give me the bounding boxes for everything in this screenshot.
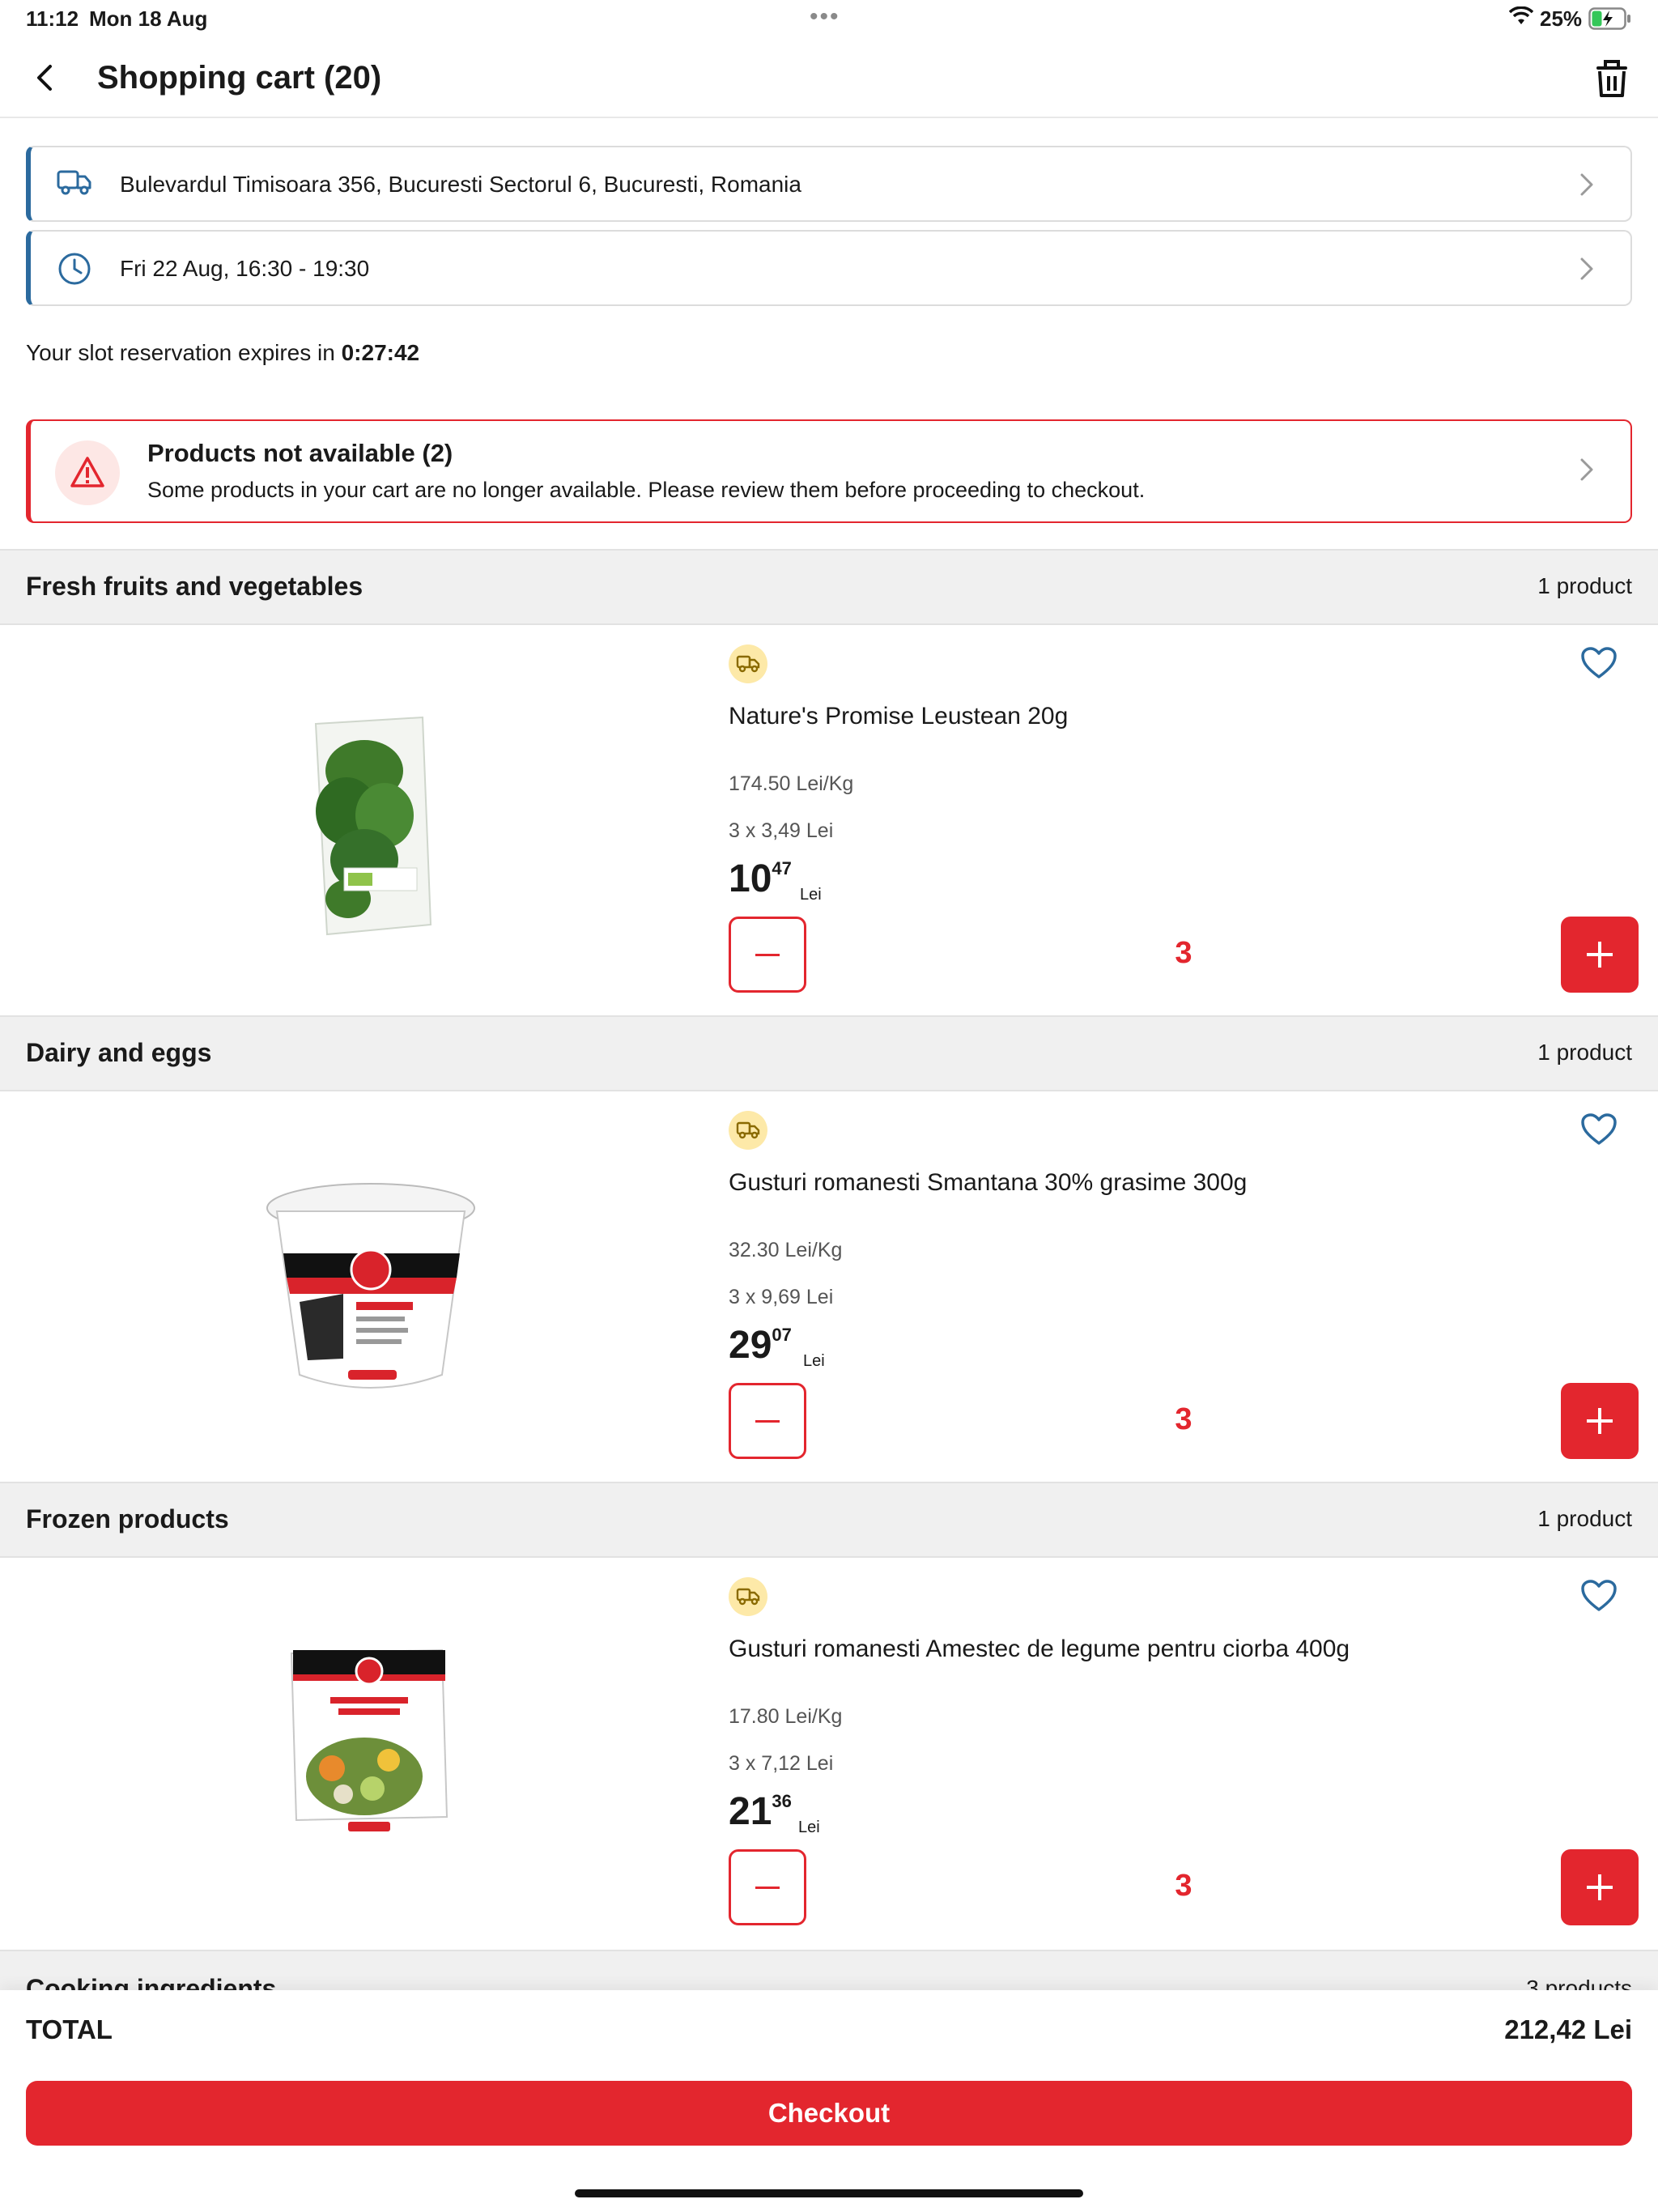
category-count: 1 product xyxy=(1537,1040,1632,1065)
category-header: Fresh fruits and vegetables 1 product xyxy=(0,549,1658,625)
product-price: 1047 Lei xyxy=(729,857,822,913)
delivery-address-card[interactable]: Bulevardul Timisoara 356, Bucuresti Sect… xyxy=(26,146,1632,222)
delivery-slot-card[interactable]: Fri 22 Aug, 16:30 - 19:30 xyxy=(26,230,1632,306)
price-decimals: 47 xyxy=(772,858,792,878)
unit-price: 17.80 Lei/Kg xyxy=(729,1705,843,1728)
product-name[interactable]: Gusturi romanesti Smantana 30% grasime 3… xyxy=(729,1169,1247,1197)
status-date: Mon 18 Aug xyxy=(89,6,208,31)
quantity-value: 3 xyxy=(1175,936,1192,970)
products-unavailable-alert[interactable]: Products not available (2) Some products… xyxy=(26,419,1632,523)
price-decimals: 36 xyxy=(772,1791,792,1811)
price-decimals: 07 xyxy=(772,1325,792,1345)
increase-quantity-button[interactable] xyxy=(1561,917,1639,993)
status-time: 11:12 xyxy=(26,6,79,31)
category-name: Dairy and eggs xyxy=(26,1038,212,1067)
battery-charging-icon xyxy=(1588,7,1632,34)
product-row: Nature's Promise Leustean 20g 174.50 Lei… xyxy=(0,625,1658,1015)
price-integer: 10 xyxy=(729,857,772,900)
reservation-countdown: 0:27:42 xyxy=(341,340,420,365)
quantity-price: 3 x 3,49 Lei xyxy=(729,819,834,842)
quantity-value: 3 xyxy=(1175,1869,1192,1903)
product-price: 2136 Lei xyxy=(729,1789,820,1846)
alert-title: Products not available (2) xyxy=(147,439,453,467)
decrease-quantity-button[interactable] xyxy=(729,917,806,993)
reservation-timer: Your slot reservation expires in 0:27:42 xyxy=(26,340,419,366)
increase-quantity-button[interactable] xyxy=(1561,1849,1639,1925)
product-name[interactable]: Nature's Promise Leustean 20g xyxy=(729,703,1068,730)
multitasking-dots-icon[interactable]: ••• xyxy=(810,3,840,31)
warning-icon xyxy=(55,440,120,505)
category-count: 1 product xyxy=(1537,1506,1632,1531)
page-title: Shopping cart (20) xyxy=(97,60,382,96)
product-image-frozen-vegetables[interactable] xyxy=(243,1639,486,1874)
home-indicator[interactable] xyxy=(575,2189,1083,2197)
delivery-truck-icon xyxy=(729,1111,767,1150)
wifi-icon xyxy=(1508,6,1534,30)
checkout-button[interactable]: Checkout xyxy=(26,2081,1632,2146)
product-row: Gusturi romanesti Amestec de legume pent… xyxy=(0,1558,1658,1948)
unit-price: 174.50 Lei/Kg xyxy=(729,772,854,795)
price-currency: Lei xyxy=(798,1819,820,1836)
product-image-sour-cream[interactable] xyxy=(243,1172,486,1407)
product-image-herbs[interactable] xyxy=(243,706,486,941)
truck-icon xyxy=(57,168,92,202)
price-currency: Lei xyxy=(803,1352,825,1370)
delivery-address: Bulevardul Timisoara 356, Bucuresti Sect… xyxy=(120,172,801,197)
category-count: 1 product xyxy=(1537,573,1632,598)
increase-quantity-button[interactable] xyxy=(1561,1383,1639,1459)
quantity-price: 3 x 7,12 Lei xyxy=(729,1752,834,1775)
decrease-quantity-button[interactable] xyxy=(729,1849,806,1925)
chevron-right-icon xyxy=(1579,172,1595,202)
product-price: 2907 Lei xyxy=(729,1323,825,1380)
price-integer: 29 xyxy=(729,1324,772,1367)
product-row: Gusturi romanesti Smantana 30% grasime 3… xyxy=(0,1091,1658,1482)
status-bar: 11:12 Mon 18 Aug ••• 25% xyxy=(0,0,1658,39)
heart-icon[interactable] xyxy=(1580,1112,1618,1146)
battery-percent: 25% xyxy=(1540,6,1583,31)
delivery-truck-icon xyxy=(729,1577,767,1616)
category-name: Frozen products xyxy=(26,1504,229,1534)
decrease-quantity-button[interactable] xyxy=(729,1383,806,1459)
price-currency: Lei xyxy=(800,886,822,904)
reservation-text: Your slot reservation expires in xyxy=(26,340,335,365)
category-header: Frozen products 1 product xyxy=(0,1482,1658,1558)
total-label: TOTAL xyxy=(26,2014,113,2044)
heart-icon[interactable] xyxy=(1580,646,1618,680)
clock-icon xyxy=(57,253,92,289)
product-name[interactable]: Gusturi romanesti Amestec de legume pent… xyxy=(729,1636,1350,1663)
unit-price: 32.30 Lei/Kg xyxy=(729,1239,843,1261)
category-name: Fresh fruits and vegetables xyxy=(26,572,363,601)
nav-bar: Shopping cart (20) xyxy=(0,49,1658,118)
checkout-panel: TOTAL 212,42 Lei Checkout xyxy=(0,1990,1658,2212)
price-integer: 21 xyxy=(729,1790,772,1833)
quantity-value: 3 xyxy=(1175,1402,1192,1436)
delivery-slot: Fri 22 Aug, 16:30 - 19:30 xyxy=(120,256,370,281)
trash-icon[interactable] xyxy=(1592,57,1632,100)
chevron-right-icon xyxy=(1579,256,1595,286)
category-header: Dairy and eggs 1 product xyxy=(0,1015,1658,1091)
chevron-right-icon xyxy=(1579,457,1595,487)
heart-icon[interactable] xyxy=(1580,1579,1618,1613)
delivery-truck-icon xyxy=(729,644,767,683)
back-icon[interactable] xyxy=(29,58,62,97)
total-value: 212,42 Lei xyxy=(1504,2014,1632,2044)
alert-description: Some products in your cart are no longer… xyxy=(147,478,1146,502)
quantity-price: 3 x 9,69 Lei xyxy=(729,1286,834,1308)
